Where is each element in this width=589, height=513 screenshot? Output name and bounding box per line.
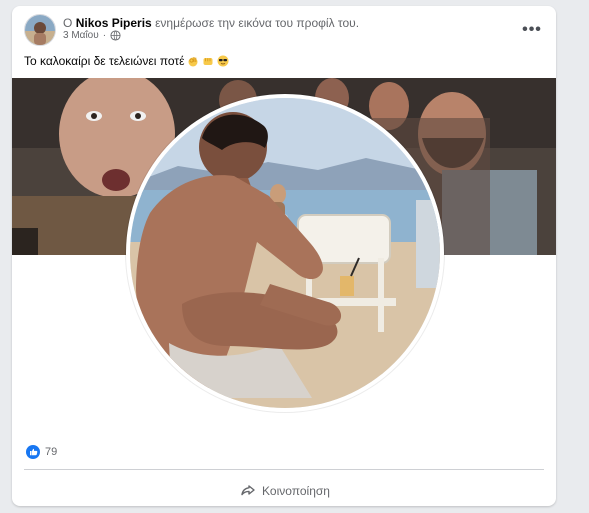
- fist-emoji-icon: [202, 55, 214, 67]
- post-text-body: Το καλοκαίρι δε τελειώνει ποτέ: [24, 54, 185, 68]
- profile-picture-frame[interactable]: [126, 94, 444, 412]
- meta-separator: ·: [102, 30, 107, 41]
- post-title: Ο Nikos Piperis ενημέρωσε την εικόνα του…: [63, 16, 359, 30]
- post-meta: 3 Μαΐου ·: [63, 30, 121, 41]
- post-text: Το καλοκαίρι δε τελειώνει ποτέ: [24, 54, 229, 68]
- reactions-summary[interactable]: 79: [26, 445, 57, 459]
- title-suffix: ενημέρωσε την εικόνα του προφίλ του.: [155, 16, 360, 30]
- post-card: Ο Nikos Piperis ενημέρωσε την εικόνα του…: [12, 6, 556, 506]
- profile-picture[interactable]: [130, 98, 440, 408]
- feed-background: Ο Nikos Piperis ενημέρωσε την εικόνα του…: [0, 0, 589, 513]
- share-label: Κοινοποίηση: [262, 484, 330, 498]
- share-button[interactable]: Κοινοποίηση: [220, 480, 350, 502]
- post-date-link[interactable]: 3 Μαΐου: [63, 30, 99, 41]
- like-icon: [26, 445, 40, 459]
- more-options-button[interactable]: •••: [518, 16, 546, 44]
- post-header: Ο Nikos Piperis ενημέρωσε την εικόνα του…: [12, 6, 556, 50]
- sunglasses-emoji-icon: [217, 55, 229, 67]
- ok-hand-emoji-icon: [187, 55, 199, 67]
- more-icon: •••: [522, 21, 542, 38]
- reaction-count: 79: [45, 446, 58, 458]
- actions-divider: [24, 469, 544, 470]
- title-prefix: Ο: [63, 16, 73, 30]
- globe-icon[interactable]: [110, 30, 121, 41]
- share-icon: [240, 484, 256, 498]
- author-name-link[interactable]: Nikos Piperis: [76, 16, 152, 30]
- author-avatar[interactable]: [24, 14, 56, 46]
